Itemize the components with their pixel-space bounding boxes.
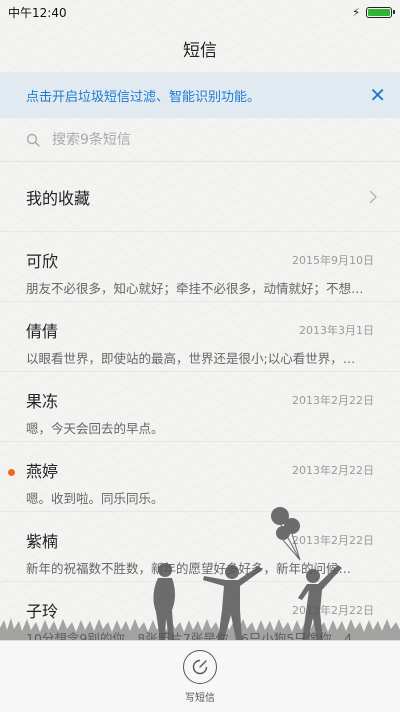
conversation-list: 可欣 2015年9月10日 朋友不必很多，知心就好；牵挂不必很多，动情就好；不想… — [0, 232, 400, 652]
message-preview: 以眼看世界，即使站的最高，世界还是很小;以心看世界，… — [26, 351, 356, 366]
message-date: 2013年3月1日 — [299, 324, 374, 337]
compose-button[interactable] — [183, 649, 217, 684]
contact-name: 紫楠 — [26, 532, 59, 551]
contact-name: 果冻 — [26, 392, 59, 411]
message-date: 2013年2月22日 — [292, 394, 374, 407]
message-preview: 新年的祝福数不胜数，新年的愿望好多好多，新年的问候… — [26, 561, 352, 576]
message-preview: 嗯，今天会回去的早点。 — [26, 421, 164, 436]
message-date: 2013年2月22日 — [292, 464, 374, 477]
close-icon[interactable]: ✕ — [369, 85, 386, 105]
conversation-item[interactable]: 燕婷 2013年2月22日 嗯。收到啦。同乐同乐。 — [0, 442, 400, 512]
contact-name: 倩倩 — [26, 322, 59, 341]
conversation-item[interactable]: 倩倩 2013年3月1日 以眼看世界，即使站的最高，世界还是很小;以心看世界，… — [0, 302, 400, 372]
battery-icon — [366, 6, 395, 18]
page-title: 短信 — [183, 40, 217, 61]
message-preview: 朋友不必很多，知心就好；牵挂不必很多，动情就好；不想… — [26, 281, 364, 296]
status-icons: ⚡ — [352, 5, 395, 19]
search-input[interactable] — [50, 130, 354, 149]
contact-name: 可欣 — [26, 252, 59, 271]
compose-icon — [192, 659, 208, 674]
message-date: 2013年2月22日 — [292, 534, 374, 547]
contact-name: 子玲 — [26, 602, 59, 621]
conversation-item[interactable]: 可欣 2015年9月10日 朋友不必很多，知心就好；牵挂不必很多，动情就好；不想… — [0, 232, 400, 302]
status-bar: 中午12:40 ⚡ — [0, 0, 400, 24]
conversation-item[interactable]: 果冻 2013年2月22日 嗯，今天会回去的早点。 — [0, 372, 400, 442]
banner-text[interactable]: 点击开启垃圾短信过滤、智能识别功能。 — [26, 86, 260, 105]
message-date: 2013年2月22日 — [292, 604, 374, 617]
favorites-label: 我的收藏 — [26, 188, 91, 208]
charging-icon: ⚡ — [352, 5, 360, 19]
message-preview: 嗯。收到啦。同乐同乐。 — [26, 491, 164, 506]
app-header: 短信 — [0, 24, 400, 72]
bottom-bar: 写短信 — [0, 640, 400, 712]
conversation-item[interactable]: 紫楠 2013年2月22日 新年的祝福数不胜数，新年的愿望好多好多，新年的问候… — [0, 512, 400, 582]
contact-name: 燕婷 — [26, 462, 59, 481]
chevron-right-icon — [369, 190, 377, 203]
spam-filter-banner[interactable]: 点击开启垃圾短信过滤、智能识别功能。 ✕ — [0, 72, 400, 118]
search-bar[interactable] — [0, 118, 400, 162]
search-icon — [26, 133, 40, 147]
unread-dot — [8, 469, 15, 476]
status-time: 中午12:40 — [8, 5, 67, 20]
favorites-row[interactable]: 我的收藏 — [0, 162, 400, 232]
compose-label[interactable]: 写短信 — [185, 689, 215, 704]
message-date: 2015年9月10日 — [292, 254, 374, 267]
